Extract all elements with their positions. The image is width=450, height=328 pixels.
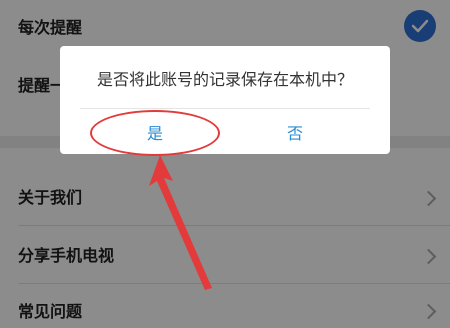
annotation-arrow-icon xyxy=(149,155,212,290)
